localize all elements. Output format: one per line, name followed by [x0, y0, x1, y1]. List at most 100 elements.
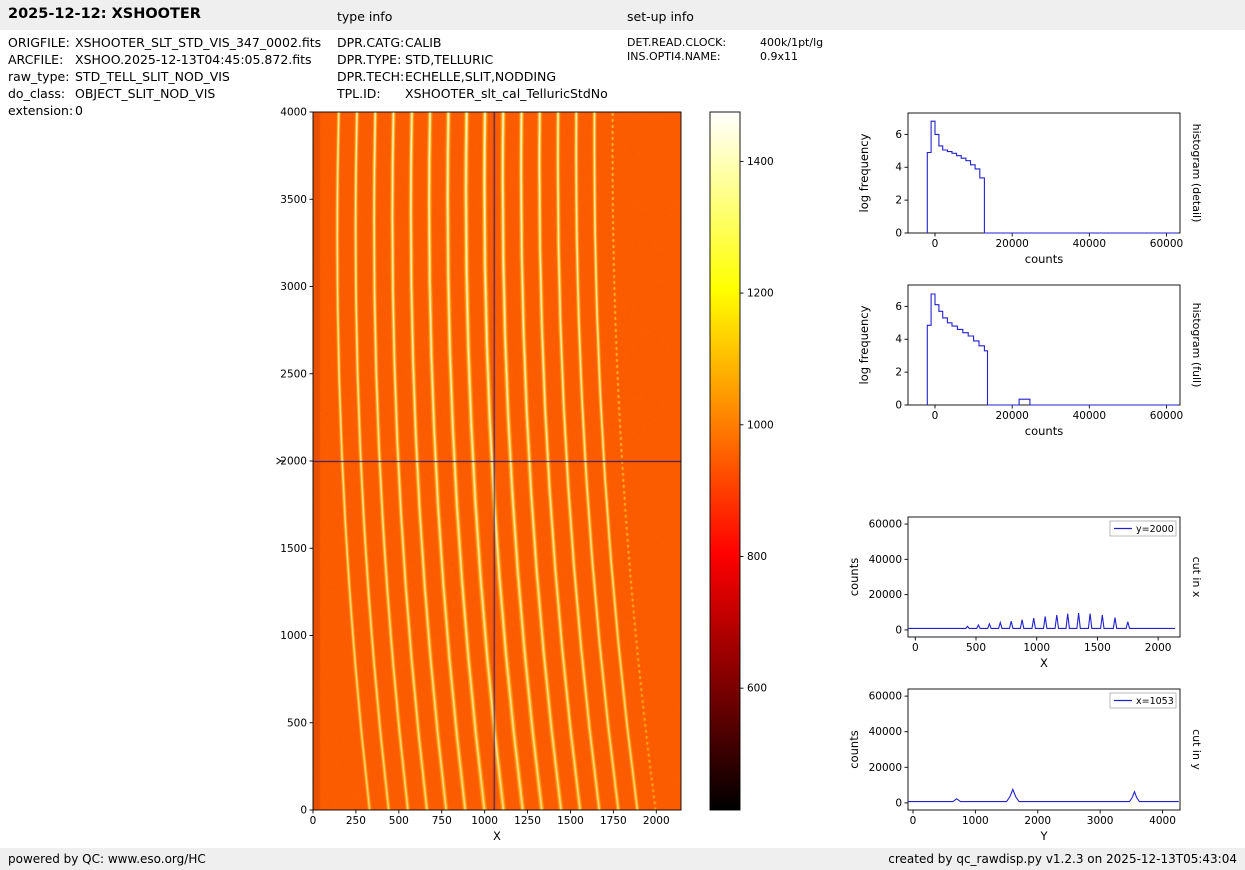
- metadata-key: DET.READ.CLOCK:: [627, 36, 760, 50]
- metadata-value: STD_TELL_SLIT_NOD_VIS: [75, 69, 230, 84]
- x-tick-label: 500: [966, 642, 986, 654]
- metadata-row: INS.OPTI4.NAME:0.9x11: [627, 50, 823, 64]
- y-tick-label: 3000: [280, 281, 307, 293]
- y-tick-label: 40000: [869, 554, 902, 566]
- metadata-row: TPL.ID:XSHOOTER_slt_cal_TelluricStdNo: [337, 85, 608, 102]
- hist-full-series-line: [927, 294, 1178, 405]
- footer-credit: powered by QC: www.eso.org/HC: [8, 852, 206, 866]
- y-tick-label: 0: [895, 228, 902, 240]
- y-tick-label: 0: [895, 624, 902, 636]
- metadata-key: raw_type:: [8, 68, 75, 85]
- y-tick-label: 0: [895, 797, 902, 809]
- x-tick-label: 750: [432, 815, 452, 827]
- right-axis-label: histogram (full): [1190, 303, 1203, 388]
- legend-label: y=2000: [1136, 524, 1174, 535]
- page-title: 2025-12-12: XSHOOTER: [8, 6, 201, 22]
- y-tick-label: 1500: [280, 543, 307, 555]
- metadata-key: do_class:: [8, 85, 75, 102]
- file-metadata: ORIGFILE:XSHOOTER_SLT_STD_VIS_347_0002.f…: [8, 34, 321, 119]
- x-tick-label: 1500: [1084, 642, 1111, 654]
- raw-frame-image: [313, 112, 681, 810]
- y-axis-label: log frequency: [857, 133, 871, 212]
- metadata-value: 0: [75, 103, 83, 118]
- right-axis-label: histogram (detail): [1190, 124, 1203, 223]
- colorbar-tick-label: 1400: [747, 156, 774, 168]
- cut-x-frame: [908, 517, 1180, 637]
- y-axis-label: counts: [847, 558, 861, 596]
- y-tick-label: 20000: [869, 589, 902, 601]
- y-tick-label: 0: [895, 400, 902, 412]
- colorbar-tick-label: 1200: [747, 288, 774, 300]
- x-axis-label: X: [1040, 656, 1048, 670]
- metadata-row: extension:0: [8, 102, 321, 119]
- metadata-row: raw_type:STD_TELL_SLIT_NOD_VIS: [8, 68, 321, 85]
- metadata-key: extension:: [8, 102, 75, 119]
- metadata-value: ECHELLE,SLIT,NODDING: [405, 69, 556, 84]
- x-tick-label: 40000: [1073, 238, 1106, 250]
- y-tick-label: 40000: [869, 726, 902, 738]
- x-tick-label: 60000: [1150, 410, 1183, 422]
- x-tick-label: 20000: [995, 238, 1028, 250]
- x-tick-label: 2000: [1145, 642, 1172, 654]
- x-tick-label: 40000: [1073, 410, 1106, 422]
- metadata-key: INS.OPTI4.NAME:: [627, 50, 760, 64]
- hist-full-frame: [908, 285, 1180, 405]
- x-tick-label: 2000: [1024, 815, 1051, 827]
- x-tick-label: 20000: [995, 410, 1028, 422]
- x-tick-label: 1500: [557, 815, 584, 827]
- metadata-key: TPL.ID:: [337, 85, 405, 102]
- x-tick-label: 0: [932, 238, 939, 250]
- x-tick-label: 0: [910, 815, 917, 827]
- y-axis-label: counts: [847, 730, 861, 768]
- metadata-key: ORIGFILE:: [8, 34, 75, 51]
- metadata-value: XSHOO.2025-12-13T04:45:05.872.fits: [75, 52, 312, 67]
- y-tick-label: 500: [287, 717, 307, 729]
- right-axis-label: cut in y: [1190, 729, 1203, 770]
- metadata-row: ARCFILE:XSHOO.2025-12-13T04:45:05.872.fi…: [8, 51, 321, 68]
- x-tick-label: 1250: [514, 815, 541, 827]
- y-tick-label: 2: [895, 367, 902, 379]
- x-tick-label: 60000: [1150, 238, 1183, 250]
- x-tick-label: 4000: [1149, 815, 1176, 827]
- y-tick-label: 2500: [280, 368, 307, 380]
- metadata-value: XSHOOTER_SLT_STD_VIS_347_0002.fits: [75, 35, 321, 50]
- x-tick-label: 1000: [962, 815, 989, 827]
- x-axis-label: X: [493, 829, 501, 843]
- colorbar: [710, 112, 740, 810]
- x-tick-label: 250: [346, 815, 366, 827]
- cut-x-series-line: [908, 613, 1175, 628]
- metadata-value: 400k/1pt/lg: [760, 36, 823, 49]
- y-tick-label: 2000: [280, 456, 307, 468]
- y-tick-label: 6: [895, 129, 902, 141]
- legend-label: x=1053: [1136, 696, 1174, 707]
- metadata-value: XSHOOTER_slt_cal_TelluricStdNo: [405, 86, 608, 101]
- y-tick-label: 4: [895, 334, 902, 346]
- y-tick-label: 4: [895, 162, 902, 174]
- x-tick-label: 0: [932, 410, 939, 422]
- cut-y-frame: [908, 689, 1180, 810]
- x-axis-label: counts: [1025, 424, 1063, 438]
- x-tick-label: 2000: [643, 815, 670, 827]
- metadata-key: DPR.TECH:: [337, 68, 405, 85]
- x-tick-label: 1000: [1023, 642, 1050, 654]
- metadata-row: DPR.TYPE:STD,TELLURIC: [337, 51, 608, 68]
- metadata-value: OBJECT_SLIT_NOD_VIS: [75, 86, 215, 101]
- y-axis-label: log frequency: [857, 305, 871, 384]
- metadata-value: STD,TELLURIC: [405, 52, 493, 67]
- metadata-value: CALIB: [405, 35, 442, 50]
- y-tick-label: 3500: [280, 194, 307, 206]
- x-axis-label: Y: [1039, 829, 1048, 843]
- colorbar-tick-label: 600: [747, 683, 767, 695]
- setup-info-metadata: DET.READ.CLOCK:400k/1pt/lg INS.OPTI4.NAM…: [627, 36, 823, 64]
- y-tick-label: 60000: [869, 691, 902, 703]
- metadata-key: DPR.CATG:: [337, 34, 405, 51]
- legend-box: [1110, 693, 1176, 708]
- setup-info-heading: set-up info: [627, 9, 694, 24]
- header-bar: 2025-12-12: XSHOOTER type info set-up in…: [0, 0, 1245, 30]
- type-info-metadata: DPR.CATG:CALIB DPR.TYPE:STD,TELLURIC DPR…: [337, 34, 608, 102]
- hist-detail-frame: [908, 113, 1180, 233]
- metadata-key: DPR.TYPE:: [337, 51, 405, 68]
- x-axis-label: counts: [1025, 252, 1063, 266]
- y-tick-label: 2: [895, 195, 902, 207]
- x-tick-label: 0: [310, 815, 317, 827]
